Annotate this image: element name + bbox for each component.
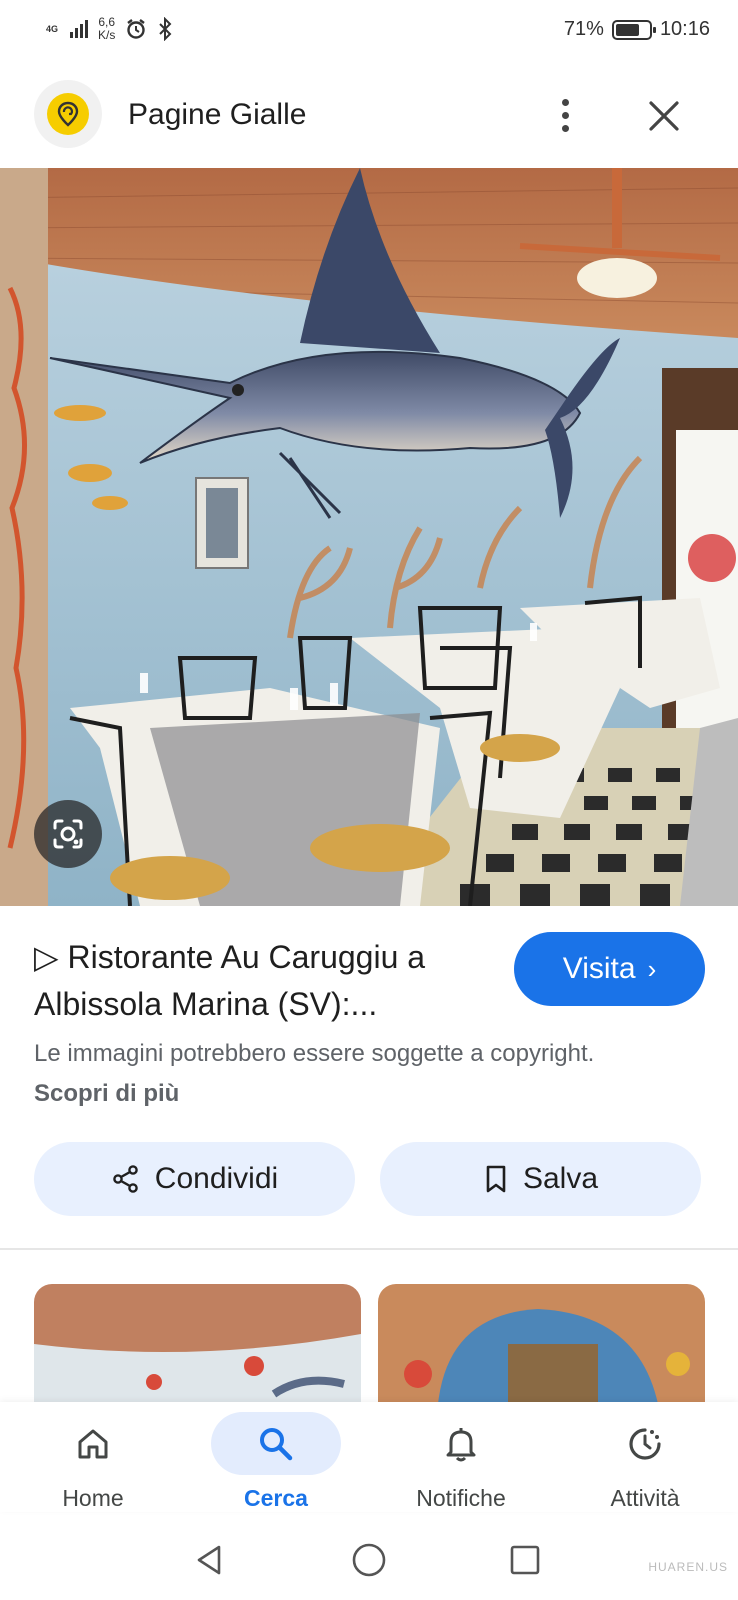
learn-more-link[interactable]: Scopri di più (34, 1080, 179, 1107)
bluetooth-icon (159, 17, 172, 41)
nav-search[interactable]: Cerca (201, 1402, 351, 1512)
status-left: 4G 6,6 K/s (46, 16, 173, 42)
logo-mark-icon (47, 93, 89, 135)
battery-percent: 71% (563, 18, 604, 40)
restaurant-photo (0, 168, 738, 906)
copyright-text: Le immagini potrebbero essere soggette a… (34, 1040, 595, 1067)
nav-notifications-icon-wrap (396, 1412, 526, 1475)
close-icon[interactable] (642, 94, 686, 138)
nav-search-label: Cerca (244, 1485, 308, 1511)
pagine-gialle-logo[interactable] (34, 80, 102, 148)
network-speed: 6,6 K/s (98, 16, 115, 42)
visit-label: Visita (562, 952, 636, 985)
nav-home[interactable]: Home (18, 1402, 168, 1512)
alarm-icon (127, 19, 146, 39)
watermark: HUAREN.US (648, 1560, 728, 1574)
related-image[interactable] (34, 1284, 361, 1404)
bell-icon (446, 1427, 476, 1461)
related-photo-2 (378, 1284, 705, 1404)
system-navigation-bar (0, 1520, 738, 1600)
network-type: 4G (46, 23, 59, 34)
share-icon (112, 1165, 138, 1193)
save-button[interactable]: Salva (380, 1142, 701, 1216)
nav-notifications-label: Notifiche (416, 1485, 506, 1511)
page-title: Pagine Gialle (128, 98, 307, 131)
home-system-button[interactable] (345, 1536, 393, 1584)
status-bar: 4G 6,6 K/s 71% 10:16 (0, 0, 738, 64)
battery-icon (611, 19, 656, 40)
nav-search-icon-wrap (211, 1412, 341, 1475)
clock: 10:16 (659, 18, 710, 40)
signal-icon (70, 20, 88, 38)
search-icon (260, 1427, 293, 1460)
activity-icon (629, 1427, 661, 1460)
lens-icon (53, 819, 83, 849)
nav-activity[interactable]: Attività (570, 1402, 720, 1512)
chevron-right-icon: › (647, 953, 657, 984)
related-image[interactable] (378, 1284, 705, 1404)
recents-button[interactable] (501, 1536, 549, 1584)
bookmark-icon (486, 1165, 506, 1193)
nav-activity-icon-wrap (580, 1412, 710, 1475)
recents-square-icon (510, 1545, 540, 1575)
nav-notifications[interactable]: Notifiche (386, 1402, 536, 1512)
nav-home-icon-wrap (28, 1412, 158, 1475)
copyright-notice: Le immagini potrebbero essere soggette a… (34, 1034, 654, 1114)
section-divider (0, 1248, 738, 1250)
home-icon (78, 1429, 108, 1458)
share-button[interactable]: Condividi (34, 1142, 355, 1216)
speed-unit: K/s (98, 28, 116, 42)
result-title[interactable]: ▷ Ristorante Au Caruggiu a Albissola Mar… (34, 934, 494, 1028)
share-label: Condividi (154, 1162, 279, 1195)
save-label: Salva (522, 1162, 599, 1195)
back-triangle-icon (197, 1545, 221, 1575)
nav-activity-label: Attività (610, 1485, 680, 1511)
result-image[interactable] (0, 168, 738, 906)
status-right: 71% 10:16 (564, 18, 710, 41)
bottom-navigation: Home Cerca Notifiche Attività (0, 1402, 738, 1512)
nav-home-label: Home (62, 1485, 124, 1511)
app-header: Pagine Gialle (0, 72, 738, 158)
more-options-icon[interactable] (550, 92, 580, 138)
related-photo-1 (34, 1284, 361, 1404)
home-circle-icon (352, 1543, 386, 1577)
back-button[interactable] (186, 1536, 234, 1584)
google-lens-button[interactable] (34, 800, 102, 868)
visit-button[interactable]: Visita › (514, 932, 705, 1006)
